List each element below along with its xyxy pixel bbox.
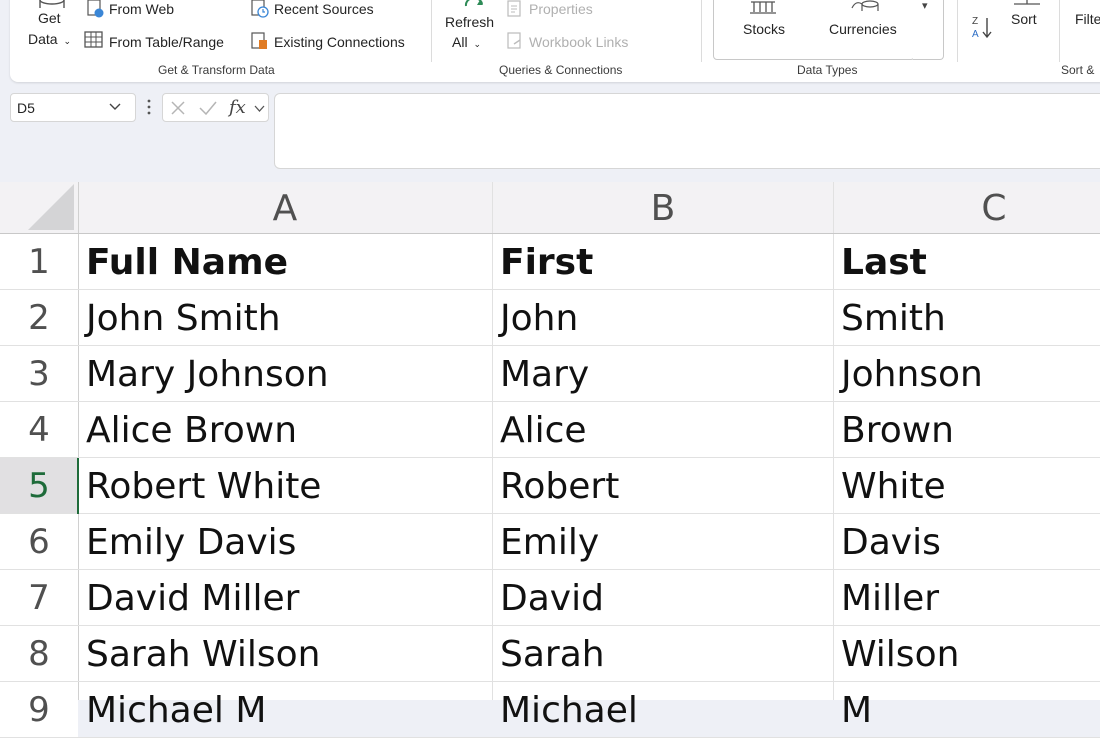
table-cell[interactable]: First — [493, 234, 833, 290]
table-cell[interactable]: John Smith — [79, 290, 492, 346]
currencies-icon — [851, 0, 879, 11]
table-cell[interactable]: Sarah — [493, 626, 833, 682]
sort-button[interactable]: Sort — [1011, 11, 1037, 27]
recent-sources-button[interactable]: Recent Sources — [274, 1, 374, 17]
recent-sources-icon — [251, 0, 269, 18]
cancel-icon[interactable] — [171, 101, 185, 115]
refresh-all-button[interactable]: Refresh — [445, 14, 494, 30]
active-row-indicator — [77, 458, 79, 514]
column-header-a[interactable]: A — [78, 182, 492, 234]
table-cell[interactable]: White — [834, 458, 1100, 514]
stocks-icon — [750, 1, 776, 14]
table-cell[interactable]: Full Name — [79, 234, 492, 290]
table-cell[interactable]: David Miller — [79, 570, 492, 626]
row-header[interactable]: 2 — [0, 290, 78, 346]
existing-connections-button[interactable]: Existing Connections — [274, 34, 405, 50]
group-label-data-types: Data Types — [797, 63, 858, 77]
table-cell[interactable]: David — [493, 570, 833, 626]
table-cell[interactable]: Wilson — [834, 626, 1100, 682]
ribbon-separator — [957, 0, 958, 62]
workbook-links-button[interactable]: Workbook Links — [529, 34, 628, 50]
get-data-label-2: Data — [28, 31, 58, 47]
database-icon — [39, 0, 65, 8]
ribbon-separator — [431, 0, 432, 62]
get-data-dropdown[interactable]: Data ⌄ — [28, 31, 71, 47]
get-data-button[interactable]: Get — [38, 10, 61, 26]
table-cell[interactable]: Brown — [834, 402, 1100, 458]
ribbon-separator — [1059, 0, 1060, 62]
from-table-range-button[interactable]: From Table/Range — [109, 34, 224, 50]
svg-text:A: A — [972, 29, 979, 40]
group-label-queries: Queries & Connections — [499, 63, 623, 77]
table-cell[interactable]: John — [493, 290, 833, 346]
table-cell[interactable]: Smith — [834, 290, 1100, 346]
row-header[interactable]: 1 — [0, 234, 78, 290]
table-cell[interactable]: Sarah Wilson — [79, 626, 492, 682]
from-web-button[interactable]: From Web — [109, 1, 174, 17]
row-header[interactable]: 3 — [0, 346, 78, 402]
select-all-triangle-icon — [28, 184, 74, 230]
table-cell[interactable]: Robert — [493, 458, 833, 514]
table-cell[interactable]: Robert White — [79, 458, 492, 514]
table-cell[interactable]: Michael — [493, 682, 833, 738]
column-header-c[interactable]: C — [834, 182, 1100, 234]
row-header[interactable]: 5 — [0, 458, 78, 514]
table-cell[interactable]: Last — [834, 234, 1100, 290]
row-header[interactable]: 7 — [0, 570, 78, 626]
sort-icon — [1014, 0, 1040, 5]
insert-function-button[interactable]: fx — [229, 97, 246, 118]
ribbon-separator — [701, 0, 702, 62]
table-cell[interactable]: Michael M — [79, 682, 492, 738]
table-cell[interactable]: Alice — [493, 402, 833, 458]
properties-icon — [507, 0, 521, 17]
table-cell[interactable]: Davis — [834, 514, 1100, 570]
workbook-links-icon — [507, 32, 521, 49]
row-header[interactable]: 9 — [0, 682, 78, 738]
refresh-icon — [464, 0, 483, 7]
table-cell[interactable]: Mary — [493, 346, 833, 402]
group-label-sort-filter: Sort & — [1061, 63, 1095, 77]
data-types-more-button[interactable]: ▾ — [913, 0, 944, 60]
table-cell[interactable]: Alice Brown — [79, 402, 492, 458]
formula-input[interactable] — [274, 93, 1100, 169]
chevron-down-icon: ⌄ — [63, 36, 72, 46]
chevron-down-icon: ⌄ — [473, 39, 481, 49]
table-cell[interactable]: Johnson — [834, 346, 1100, 402]
table-cell[interactable]: Emily Davis — [79, 514, 492, 570]
more-options-icon[interactable] — [146, 98, 152, 116]
column-header-b[interactable]: B — [493, 182, 833, 234]
table-cell[interactable]: Miller — [834, 570, 1100, 626]
filter-button[interactable]: Filte — [1075, 11, 1100, 27]
existing-connections-icon — [251, 32, 267, 49]
svg-text:Z: Z — [972, 16, 978, 27]
refresh-label-1: Refresh — [445, 14, 495, 30]
sort-za-icon: Z A — [972, 16, 992, 40]
refresh-all-dropdown[interactable]: All ⌄ — [452, 34, 481, 50]
select-all-corner[interactable] — [0, 182, 78, 234]
properties-button[interactable]: Properties — [529, 1, 593, 17]
table-cell[interactable]: M — [834, 682, 1100, 738]
table-icon — [84, 31, 103, 48]
formula-buttons: fx — [162, 93, 269, 122]
get-data-label-1: Get — [38, 10, 61, 26]
chevron-down-icon[interactable] — [254, 105, 265, 113]
row-header[interactable]: 4 — [0, 402, 78, 458]
row-header[interactable]: 6 — [0, 514, 78, 570]
chevron-down-icon: ▾ — [922, 0, 928, 12]
web-page-icon — [87, 0, 104, 18]
group-label-get-transform: Get & Transform Data — [158, 63, 275, 77]
currencies-button[interactable]: Currencies — [829, 21, 897, 37]
enter-check-icon[interactable] — [199, 101, 217, 115]
table-cell[interactable]: Emily — [493, 514, 833, 570]
table-cell[interactable]: Mary Johnson — [79, 346, 492, 402]
name-box-value: D5 — [17, 100, 35, 116]
name-box[interactable]: D5 — [10, 93, 136, 122]
ribbon: Get Data ⌄ From Web From Table/Range Rec… — [10, 0, 1100, 82]
refresh-label-2: All — [452, 34, 468, 50]
stocks-button[interactable]: Stocks — [743, 21, 785, 37]
row-header[interactable]: 8 — [0, 626, 78, 682]
chevron-down-icon — [109, 103, 121, 110]
